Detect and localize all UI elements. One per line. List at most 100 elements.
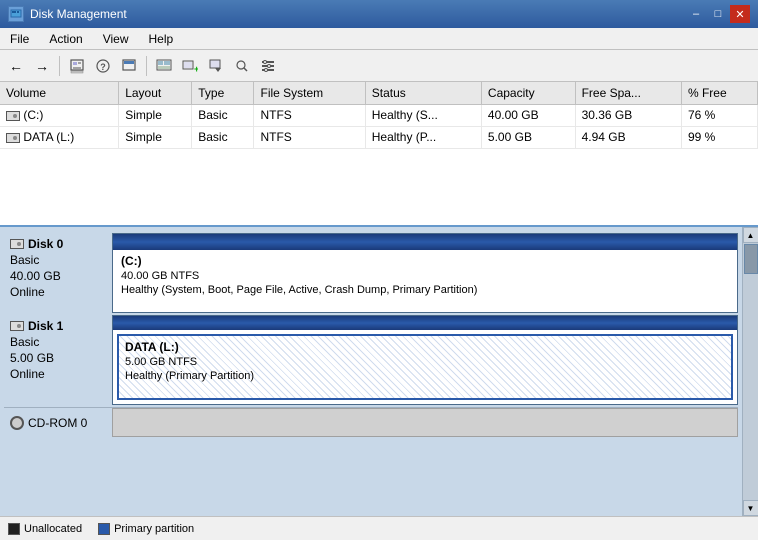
disk1-icon	[10, 321, 24, 331]
close-button[interactable]: ✕	[730, 5, 750, 23]
cdrom0-content	[112, 408, 738, 437]
disk0-icon	[10, 239, 24, 249]
col-capacity: Capacity	[481, 82, 575, 104]
disk0-partition-status: Healthy (System, Boot, Page File, Active…	[121, 284, 729, 296]
status-l: Healthy (P...	[365, 126, 481, 148]
hdd-icon	[6, 133, 20, 143]
volume-name-l: DATA (L:)	[0, 126, 119, 148]
disk1-content[interactable]: DATA (L:) 5.00 GB NTFS Healthy (Primary …	[112, 315, 738, 405]
table-row[interactable]: (C:) Simple Basic NTFS Healthy (S... 40.…	[0, 104, 758, 126]
new-volume-button[interactable]: +	[178, 54, 202, 78]
free-c: 30.36 GB	[575, 104, 681, 126]
menu-bar: File Action View Help	[0, 28, 758, 50]
settings-button[interactable]	[256, 54, 280, 78]
window-controls: – □ ✕	[686, 5, 750, 23]
disk1-label: Disk 1 Basic 5.00 GB Online	[4, 315, 112, 405]
main-content: Volume Layout Type File System Status Ca…	[0, 82, 758, 516]
disk0-header-bar	[113, 234, 737, 250]
help-button[interactable]: ?	[91, 54, 115, 78]
type-l: Basic	[192, 126, 254, 148]
scroll-track[interactable]	[743, 243, 758, 500]
col-volume: Volume	[0, 82, 119, 104]
svg-text:?: ?	[100, 62, 106, 72]
scroll-down-arrow[interactable]: ▼	[743, 500, 758, 516]
cdrom-icon	[10, 416, 24, 430]
col-status: Status	[365, 82, 481, 104]
hdd-icon	[6, 111, 20, 121]
status-bar: Unallocated Primary partition	[0, 516, 758, 540]
menu-help[interactable]: Help	[139, 28, 184, 49]
disk-view-area[interactable]: Disk 0 Basic 40.00 GB Online (C:) 40.00 …	[0, 227, 758, 516]
percent-c: 76 %	[681, 104, 757, 126]
cdrom0-label: CD-ROM 0	[4, 412, 112, 434]
capacity-c: 40.00 GB	[481, 104, 575, 126]
import-button[interactable]	[204, 54, 228, 78]
menu-view[interactable]: View	[93, 28, 139, 49]
disk1-row: Disk 1 Basic 5.00 GB Online DATA (L:) 5.…	[4, 315, 738, 405]
layout-c: Simple	[119, 104, 192, 126]
col-filesystem: File System	[254, 82, 365, 104]
capacity-l: 5.00 GB	[481, 126, 575, 148]
primary-label: Primary partition	[114, 523, 194, 535]
menu-file[interactable]: File	[0, 28, 39, 49]
legend-primary: Primary partition	[98, 523, 194, 535]
volume-name-c: (C:)	[0, 104, 119, 126]
title-bar: Disk Management – □ ✕	[0, 0, 758, 28]
title-bar-left: Disk Management	[8, 6, 127, 22]
window-title: Disk Management	[30, 7, 127, 21]
properties-button[interactable]	[65, 54, 89, 78]
disk0-status: Online	[10, 285, 106, 299]
col-type: Type	[192, 82, 254, 104]
percent-l: 99 %	[681, 126, 757, 148]
volume-table-area: Volume Layout Type File System Status Ca…	[0, 82, 758, 227]
cdrom0-row: CD-ROM 0	[4, 407, 738, 437]
layout-l: Simple	[119, 126, 192, 148]
disk1-partition[interactable]: DATA (L:) 5.00 GB NTFS Healthy (Primary …	[117, 334, 733, 400]
disk0-row: Disk 0 Basic 40.00 GB Online (C:) 40.00 …	[4, 233, 738, 313]
disk0-partition-size: 40.00 GB NTFS	[121, 270, 729, 282]
disk0-body: (C:) 40.00 GB NTFS Healthy (System, Boot…	[113, 250, 737, 312]
menu-action[interactable]: Action	[39, 28, 92, 49]
disk1-name: Disk 1	[10, 319, 106, 333]
fs-c: NTFS	[254, 104, 365, 126]
free-l: 4.94 GB	[575, 126, 681, 148]
toolbar-separator-1	[59, 56, 60, 76]
col-percent: % Free	[681, 82, 757, 104]
svg-text:+: +	[194, 64, 198, 74]
col-layout: Layout	[119, 82, 192, 104]
disk0-size: 40.00 GB	[10, 269, 106, 283]
unallocated-box	[8, 523, 20, 535]
disk1-partition-content: DATA (L:) 5.00 GB NTFS Healthy (Primary …	[119, 336, 731, 386]
maximize-button[interactable]: □	[708, 5, 728, 23]
back-button[interactable]: ←	[4, 54, 28, 78]
disk1-status: Online	[10, 367, 106, 381]
minimize-view-button[interactable]	[117, 54, 141, 78]
volume-table: Volume Layout Type File System Status Ca…	[0, 82, 758, 149]
toolbar-separator-2	[146, 56, 147, 76]
search-button[interactable]	[230, 54, 254, 78]
forward-button[interactable]: →	[30, 54, 54, 78]
col-free: Free Spa...	[575, 82, 681, 104]
disk0-content[interactable]: (C:) 40.00 GB NTFS Healthy (System, Boot…	[112, 233, 738, 313]
primary-box	[98, 523, 110, 535]
scroll-up-arrow[interactable]: ▲	[743, 227, 758, 243]
fs-l: NTFS	[254, 126, 365, 148]
table-row[interactable]: DATA (L:) Simple Basic NTFS Healthy (P..…	[0, 126, 758, 148]
legend-unallocated: Unallocated	[8, 523, 82, 535]
disk1-partition-status: Healthy (Primary Partition)	[125, 370, 725, 382]
status-c: Healthy (S...	[365, 104, 481, 126]
refresh-button[interactable]	[152, 54, 176, 78]
type-c: Basic	[192, 104, 254, 126]
disk-scrollbar[interactable]: ▲ ▼	[742, 227, 758, 516]
disk1-size: 5.00 GB	[10, 351, 106, 365]
scroll-thumb[interactable]	[744, 244, 758, 274]
disk1-header-bar	[113, 316, 737, 330]
table-header-row: Volume Layout Type File System Status Ca…	[0, 82, 758, 104]
disk0-type: Basic	[10, 253, 106, 267]
disk1-type: Basic	[10, 335, 106, 349]
disk1-partition-size: 5.00 GB NTFS	[125, 356, 725, 368]
unallocated-label: Unallocated	[24, 523, 82, 535]
disk0-partition-title: (C:)	[121, 254, 729, 268]
disk0-label: Disk 0 Basic 40.00 GB Online	[4, 233, 112, 313]
minimize-button[interactable]: –	[686, 5, 706, 23]
